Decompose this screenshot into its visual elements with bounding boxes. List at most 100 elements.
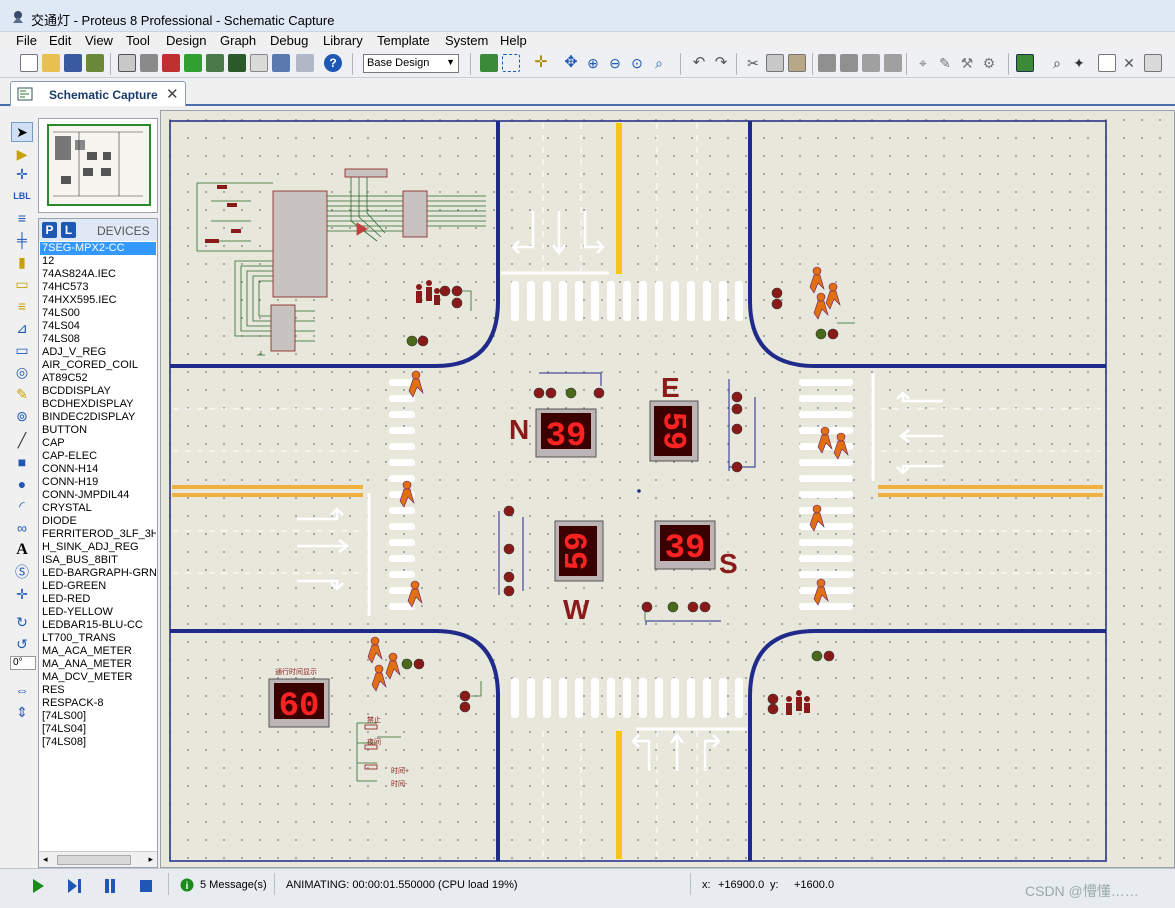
device-list-item[interactable]: [74LS04] — [40, 723, 156, 736]
design-explorer-icon[interactable] — [250, 54, 268, 72]
cut-icon[interactable]: ✂ — [744, 54, 762, 72]
decompose-icon[interactable]: ⚙ — [980, 54, 998, 72]
open-folder-icon[interactable] — [42, 54, 60, 72]
menu-graph[interactable]: Graph — [220, 33, 256, 48]
line-tool-icon[interactable]: ╱ — [11, 430, 33, 450]
device-pin-icon[interactable]: ≡ — [11, 296, 33, 316]
zoom-area-icon[interactable]: ⌕ — [650, 54, 668, 72]
new-file-icon[interactable] — [20, 54, 38, 72]
property-tool-icon[interactable]: ✦ — [1070, 54, 1088, 72]
block-copy-icon[interactable] — [818, 54, 836, 72]
help-icon[interactable]: ? — [324, 54, 342, 72]
copy-icon[interactable] — [766, 54, 784, 72]
device-list-item[interactable]: RES — [40, 684, 156, 697]
device-list-item[interactable]: AT89C52 — [40, 372, 156, 385]
design-variant-select[interactable]: Base Design ▼ — [363, 54, 459, 73]
graph-icon[interactable]: ⊿ — [11, 318, 33, 338]
device-list-item[interactable]: CAP-ELEC — [40, 450, 156, 463]
device-list-item[interactable]: BINDEC2DISPLAY — [40, 411, 156, 424]
grid-toggle-icon[interactable] — [502, 54, 520, 72]
menu-template[interactable]: Template — [377, 33, 430, 48]
block-delete-icon[interactable] — [884, 54, 902, 72]
device-list-item[interactable]: AIR_CORED_COIL — [40, 359, 156, 372]
paste-icon[interactable] — [788, 54, 806, 72]
device-list-item[interactable]: MA_ANA_METER — [40, 658, 156, 671]
menu-tool[interactable]: Tool — [126, 33, 150, 48]
rotate-clockwise-icon[interactable]: ↻ — [11, 612, 33, 632]
menu-help[interactable]: Help — [500, 33, 527, 48]
library-manager-button[interactable]: L — [61, 222, 76, 238]
overview-window[interactable] — [38, 118, 158, 213]
search-icon[interactable]: ⌕ — [1048, 54, 1066, 72]
device-list-item[interactable]: LEDBAR15-BLU-CC — [40, 619, 156, 632]
tab-schematic-capture[interactable]: Schematic Capture ✕ — [10, 81, 186, 106]
device-list-item[interactable]: BCDDISPLAY — [40, 385, 156, 398]
device-list-item[interactable]: 12 — [40, 255, 156, 268]
text-tool-icon[interactable]: A — [11, 540, 33, 560]
rotate-anticlockwise-icon[interactable]: ↺ — [11, 634, 33, 654]
save-icon[interactable] — [64, 54, 82, 72]
device-list-item[interactable]: CAP — [40, 437, 156, 450]
device-list-item[interactable]: 74LS00 — [40, 307, 156, 320]
text-script-icon[interactable]: ≡ — [11, 208, 33, 228]
device-list-item[interactable]: 7SEG-MPX2-CC — [40, 242, 156, 255]
device-list-item[interactable]: DIODE — [40, 515, 156, 528]
device-list-item[interactable]: CONN-H19 — [40, 476, 156, 489]
rotation-angle-field[interactable]: 0° — [10, 656, 36, 670]
device-list-item[interactable]: MA_ACA_METER — [40, 645, 156, 658]
stop-icon[interactable] — [138, 878, 154, 894]
device-list-item[interactable]: CONN-H14 — [40, 463, 156, 476]
info-icon[interactable]: i — [180, 878, 194, 892]
wire-label-icon[interactable]: LBL — [11, 186, 33, 206]
pcb-layout-icon[interactable] — [162, 54, 180, 72]
origin-icon[interactable]: ✛ — [532, 54, 550, 72]
remove-sheet-icon[interactable]: ✕ — [1120, 54, 1138, 72]
chevron-right-icon[interactable]: ▸ — [148, 854, 153, 865]
circle-tool-icon[interactable]: ● — [11, 474, 33, 494]
bom-icon[interactable] — [228, 54, 246, 72]
device-list-item[interactable]: 74AS824A.IEC — [40, 268, 156, 281]
gerber-icon[interactable] — [206, 54, 224, 72]
wire-autorouter-icon[interactable] — [1016, 54, 1034, 72]
box-tool-icon[interactable]: ■ — [11, 452, 33, 472]
arc-tool-icon[interactable]: ◜ — [11, 496, 33, 516]
refresh-icon[interactable] — [480, 54, 498, 72]
component-mode-icon[interactable]: ▶ — [11, 144, 33, 164]
schematic-icon[interactable] — [140, 54, 158, 72]
3d-viewer-icon[interactable] — [184, 54, 202, 72]
device-list-item[interactable]: [74LS00] — [40, 710, 156, 723]
symbol-tool-icon[interactable]: Ⓢ — [11, 562, 33, 582]
zoom-in-icon[interactable]: ⊕ — [584, 54, 602, 72]
device-list-item[interactable]: BUTTON — [40, 424, 156, 437]
close-icon[interactable]: ✕ — [166, 85, 179, 103]
play-icon[interactable] — [30, 878, 46, 894]
notes-icon[interactable] — [296, 54, 314, 72]
schematic-canvas[interactable]: 禁止 夜间 时间+ 时间- 通行时间显示 N E W S 39 59 59 39… — [160, 110, 1175, 868]
junction-dot-icon[interactable]: ✛ — [11, 164, 33, 184]
device-list-item[interactable]: ADJ_V_REG — [40, 346, 156, 359]
netlist-icon[interactable] — [1144, 54, 1162, 72]
undo-icon[interactable]: ↶ — [690, 54, 708, 72]
chevron-left-icon[interactable]: ◂ — [43, 854, 48, 865]
device-list-item[interactable]: ISA_BUS_8BIT — [40, 554, 156, 567]
block-move-icon[interactable] — [840, 54, 858, 72]
device-list-item[interactable]: LED-YELLOW — [40, 606, 156, 619]
device-list-item[interactable]: LED-RED — [40, 593, 156, 606]
mirror-vertical-icon[interactable]: ⇕ — [11, 702, 33, 722]
selection-mode-icon[interactable]: ➤ — [11, 122, 33, 142]
device-list-item[interactable]: FERRITEROD_3LF_3H — [40, 528, 156, 541]
menu-view[interactable]: View — [85, 33, 113, 48]
menu-library[interactable]: Library — [323, 33, 363, 48]
step-icon[interactable] — [66, 878, 82, 894]
pan-icon[interactable]: ✥ — [562, 54, 580, 72]
device-list-item[interactable]: H_SINK_ADJ_REG — [40, 541, 156, 554]
device-list-item[interactable]: LED-BARGRAPH-GRN — [40, 567, 156, 580]
mirror-horizontal-icon[interactable]: ⇔ — [11, 680, 33, 700]
device-list-item[interactable]: LT700_TRANS — [40, 632, 156, 645]
voltage-probe-icon[interactable]: ✎ — [11, 384, 33, 404]
menu-edit[interactable]: Edit — [49, 33, 71, 48]
menu-debug[interactable]: Debug — [270, 33, 308, 48]
packaging-tool-icon[interactable]: ⚒ — [958, 54, 976, 72]
menu-system[interactable]: System — [445, 33, 488, 48]
block-rotate-icon[interactable] — [862, 54, 880, 72]
